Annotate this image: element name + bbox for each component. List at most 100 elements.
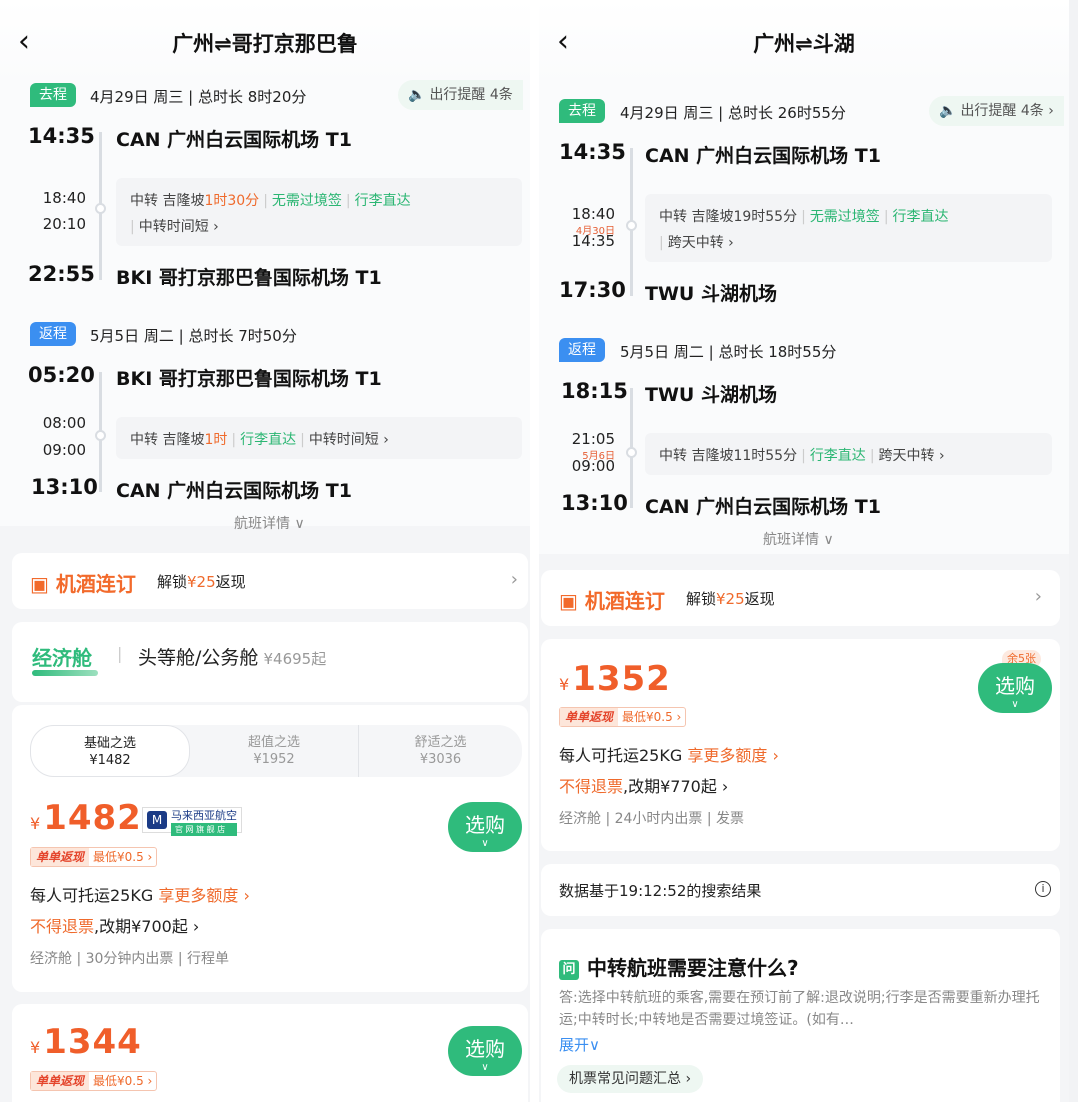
cashback-badge[interactable]: 单单返现 最低¥0.5 ›	[559, 707, 687, 727]
reminder-button[interactable]: 🔈 出行提醒 4条 ›	[929, 96, 1064, 126]
transfer-box[interactable]: 中转 吉隆坡19时55分 | 无需过境签 | 行李直达 | 跨天中转 ›	[645, 194, 1052, 262]
buy-button[interactable]: 选购 ∨	[448, 802, 522, 852]
refund-line[interactable]: 不得退票,改期¥700起 ›	[30, 913, 199, 937]
timeline-dot	[95, 203, 106, 214]
dep-time: 05:20	[28, 363, 95, 387]
fare-price: ¥1482	[30, 798, 142, 838]
buy-button[interactable]: 选购 ∨	[448, 1026, 522, 1076]
hotel-icon: ▣	[30, 572, 56, 596]
tab-economy[interactable]: 经济舱	[32, 642, 92, 671]
screen-divider	[530, 0, 539, 1102]
refund-line[interactable]: 不得退票,改期¥770起 ›	[559, 773, 728, 797]
header: ‹ 广州⇌斗湖	[539, 0, 1069, 84]
arr-airport: CAN 广州白云国际机场 T1	[645, 496, 881, 518]
cashback-badge[interactable]: 单单返现 最低¥0.5 ›	[30, 847, 158, 867]
flight-details-link[interactable]: 航班详情 ∨	[234, 513, 305, 533]
qa-title: 问中转航班需要注意什么?	[559, 952, 799, 981]
timeline-dot	[626, 447, 637, 458]
right-screen: ‹ 广州⇌斗湖 去程 4月29日 周三 | 总时长 26时55分 🔈 出行提醒 4…	[539, 0, 1069, 1102]
dep-airport: CAN 广州白云国际机场 T1	[116, 129, 352, 151]
transfer-box[interactable]: 中转 吉隆坡1时 | 行李直达 | 中转时间短 ›	[116, 417, 522, 459]
transfer-dep-time: 14:35	[571, 232, 615, 250]
search-note-text: 数据基于19:12:52的搜索结果	[559, 882, 762, 900]
chevron-down-icon: ∨	[481, 1062, 489, 1073]
tab-first-business[interactable]: 头等舱/公务舱 ¥4695起	[138, 643, 326, 670]
timeline-dot	[95, 430, 106, 441]
transfer-arr-time: 21:05	[571, 430, 615, 448]
outbound-chip: 去程	[559, 99, 605, 123]
page-title: 广州⇌斗湖	[753, 32, 855, 56]
arr-time: 13:10	[31, 475, 98, 499]
dep-airport: BKI 哥打京那巴鲁国际机场 T1	[116, 368, 382, 390]
chevron-right-icon: ›	[510, 569, 518, 590]
faq-link[interactable]: 机票常见问题汇总 ›	[557, 1065, 704, 1093]
dep-time: 18:15	[561, 379, 628, 403]
fare-segment-control: 基础之选 ¥1482 超值之选 ¥1952 舒适之选 ¥3036	[30, 725, 522, 777]
fare-price: ¥1344	[30, 1022, 142, 1062]
airline-logo-icon: M	[147, 811, 167, 829]
airline-badge: M 马来西亚航空官 网 旗 舰 店	[142, 807, 242, 836]
transfer-arr-time: 18:40	[571, 205, 615, 223]
transfer-dep-time: 20:10	[42, 215, 86, 233]
buy-button[interactable]: 选购 ∨	[978, 663, 1052, 713]
dep-time: 14:35	[28, 124, 95, 148]
return-info: 5月5日 周二 | 总时长 18时55分	[620, 343, 837, 361]
return-chip: 返程	[30, 322, 76, 346]
expand-link[interactable]: 展开∨	[559, 1034, 600, 1055]
transfer-box[interactable]: 中转 吉隆坡1时30分 | 无需过境签 | 行李直达 | 中转时间短 ›	[116, 178, 522, 246]
arr-airport: BKI 哥打京那巴鲁国际机场 T1	[116, 267, 382, 289]
qa-card: 问中转航班需要注意什么? 答:选择中转航班的乘客,需要在预订前了解:退改说明;行…	[541, 929, 1060, 1102]
fare-meta: 经济舱 | 30分钟内出票 | 行程单	[30, 951, 230, 967]
outbound-info: 4月29日 周三 | 总时长 8时20分	[90, 88, 307, 106]
arr-time: 17:30	[559, 278, 626, 302]
speaker-icon: 🔈	[939, 103, 957, 119]
return-info: 5月5日 周二 | 总时长 7时50分	[90, 327, 297, 345]
hotel-icon: ▣	[559, 589, 585, 613]
outbound-chip: 去程	[30, 83, 76, 107]
return-chip: 返程	[559, 338, 605, 362]
hotel-bundle-banner[interactable]: ▣ 机酒连订 解锁¥25返现 ›	[12, 553, 528, 609]
transfer-arr-time: 08:00	[42, 414, 86, 432]
fare-price: ¥1352	[559, 659, 671, 699]
search-note: 数据基于19:12:52的搜索结果 i	[541, 864, 1060, 916]
hotel-bundle-banner[interactable]: ▣ 机酒连订 解锁¥25返现 ›	[541, 570, 1060, 626]
chevron-right-icon: ›	[1034, 586, 1042, 607]
header: ‹ 广州⇌哥打京那巴鲁	[0, 0, 530, 84]
segment-value[interactable]: 超值之选 ¥1952	[194, 725, 354, 777]
dep-airport: TWU 斗湖机场	[645, 384, 777, 406]
transfer-box[interactable]: 中转 吉隆坡11时55分 | 行李直达 | 跨天中转 ›	[645, 433, 1052, 475]
arr-airport: TWU 斗湖机场	[645, 283, 777, 305]
fare-card: 基础之选 ¥1482 超值之选 ¥1952 舒适之选 ¥3036 ¥1482 M 马来西…	[12, 705, 528, 992]
chevron-down-icon: ∨	[1011, 699, 1019, 710]
baggage-line[interactable]: 每人可托运25KG 享更多额度 ›	[559, 742, 779, 766]
tab-divider: |	[117, 644, 123, 663]
flight-details-link[interactable]: 航班详情 ∨	[763, 529, 834, 549]
qa-answer: 答:选择中转航班的乘客,需要在预订前了解:退改说明;行李是否需要重新办理托运;中…	[559, 990, 1040, 1028]
fare-card: ¥1352 余5张 选购 ∨ 单单返现 最低¥0.5 › 每人可托运25KG 享更多…	[541, 639, 1060, 851]
transfer-arr-time: 18:40	[42, 189, 86, 207]
chevron-down-icon: ∨	[481, 838, 489, 849]
transfer-dep-time: 09:00	[42, 441, 86, 459]
tab-indicator	[32, 670, 98, 676]
fare-meta: 经济舱 | 24小时内出票 | 发票	[559, 811, 745, 827]
transfer-dep-time: 09:00	[571, 457, 615, 475]
arr-time: 22:55	[28, 262, 95, 286]
left-screen: ‹ 广州⇌哥打京那巴鲁 去程 4月29日 周三 | 总时长 8时20分 🔈 出行提…	[0, 0, 530, 1102]
page-title: 广州⇌哥打京那巴鲁	[172, 32, 358, 56]
timeline-dot	[626, 220, 637, 231]
fare-card: ¥1344 选购 ∨ 单单返现 最低¥0.5 ›	[12, 1004, 528, 1102]
reminder-button[interactable]: 🔈 出行提醒 4条	[398, 80, 523, 110]
baggage-line[interactable]: 每人可托运25KG 享更多额度 ›	[30, 882, 250, 906]
question-icon: 问	[559, 960, 579, 980]
arr-time: 13:10	[561, 491, 628, 515]
dep-time: 14:35	[559, 140, 626, 164]
info-icon[interactable]: i	[1035, 881, 1051, 897]
dep-airport: CAN 广州白云国际机场 T1	[645, 145, 881, 167]
cashback-badge[interactable]: 单单返现 最低¥0.5 ›	[30, 1071, 158, 1091]
segment-basic[interactable]: 基础之选 ¥1482	[30, 725, 190, 777]
speaker-icon: 🔈	[408, 87, 426, 103]
arr-airport: CAN 广州白云国际机场 T1	[116, 480, 352, 502]
outbound-info: 4月29日 周三 | 总时长 26时55分	[620, 104, 846, 122]
cabin-tabs: 经济舱 | 头等舱/公务舱 ¥4695起	[12, 622, 528, 702]
segment-comfort[interactable]: 舒适之选 ¥3036	[358, 725, 522, 777]
